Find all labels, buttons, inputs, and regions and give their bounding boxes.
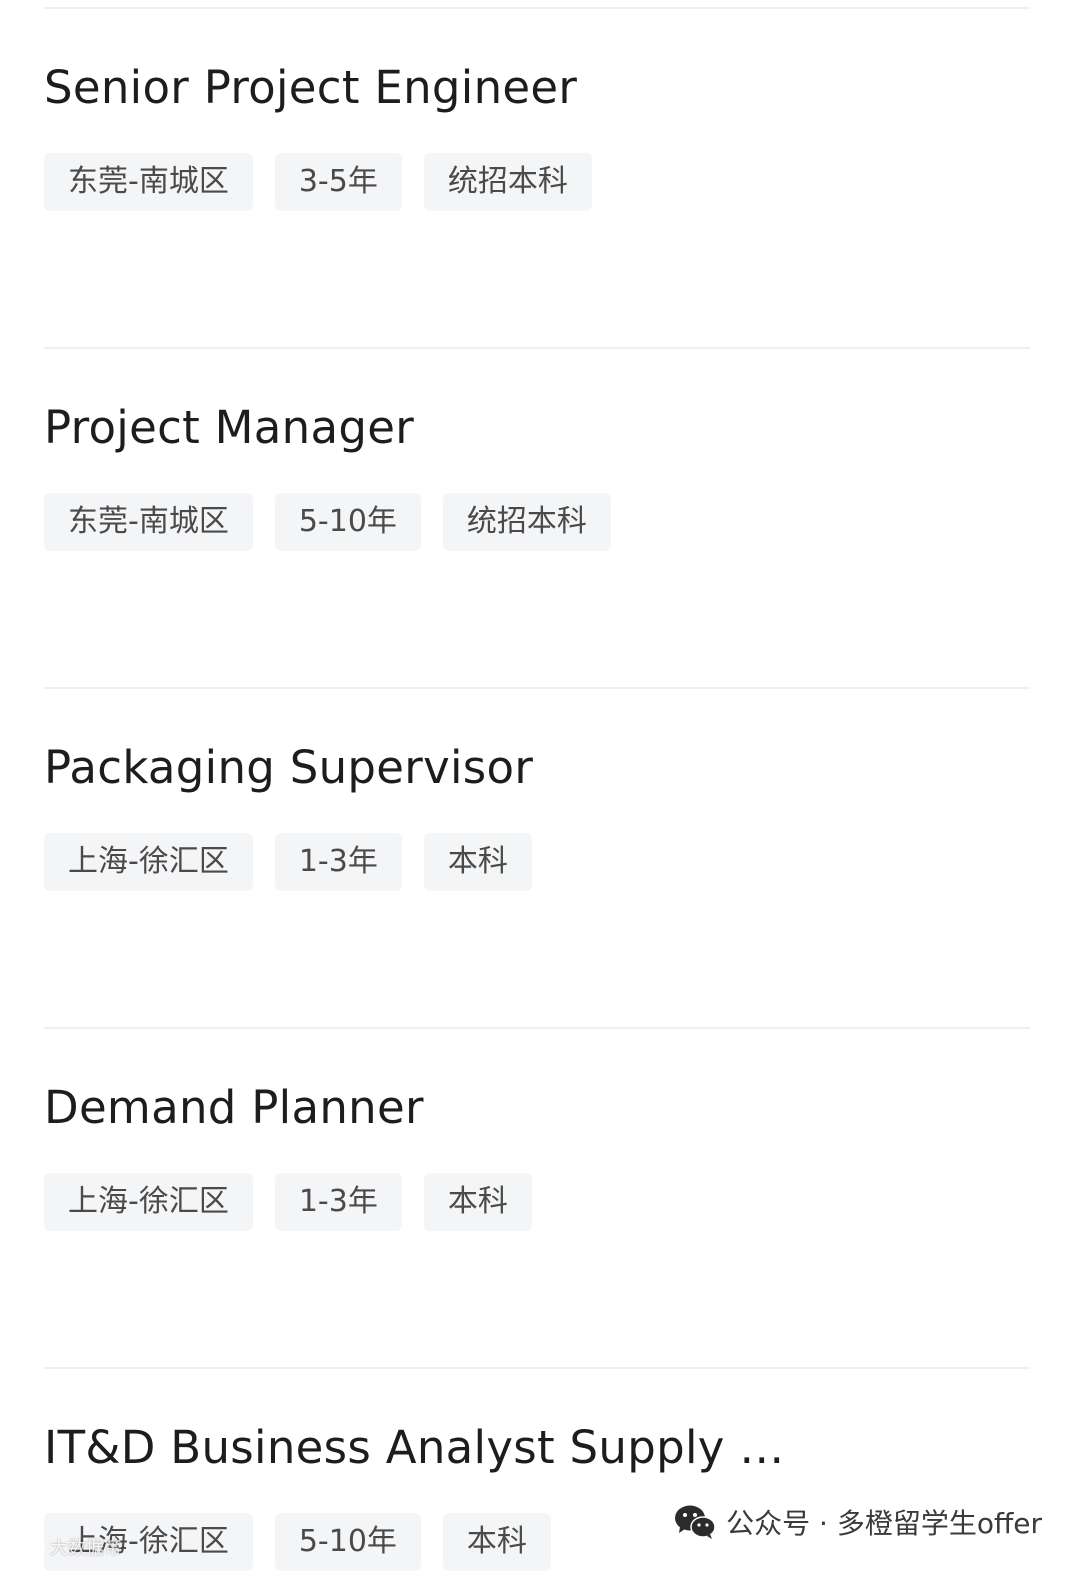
job-tags: 上海-徐汇区 1-3年 本科 <box>44 833 532 891</box>
divider <box>44 7 1030 9</box>
experience-tag: 3-5年 <box>274 153 402 211</box>
location-tag: 东莞-南城区 <box>44 153 253 211</box>
job-list-page: Senior Project Engineer 东莞-南城区 3-5年 统招本科… <box>0 0 1080 1577</box>
job-tags: 东莞-南城区 5-10年 统招本科 <box>44 493 611 551</box>
job-title[interactable]: IT&D Business Analyst Supply … <box>44 1418 1034 1478</box>
job-card[interactable]: Senior Project Engineer 东莞-南城区 3-5年 统招本科 <box>44 58 1034 211</box>
experience-tag: 1-3年 <box>274 833 402 891</box>
job-title[interactable]: Demand Planner <box>44 1078 1034 1138</box>
location-tag: 上海-徐汇区 <box>44 833 253 891</box>
education-tag: 统招本科 <box>423 153 592 211</box>
experience-tag: 5-10年 <box>274 1513 421 1571</box>
watermark-text: 公众号 · 多橙留学生offer <box>726 1507 1042 1540</box>
job-title[interactable]: Senior Project Engineer <box>44 58 1034 118</box>
corner-watermark: 大数据帝 <box>6 1534 122 1560</box>
job-title[interactable]: Project Manager <box>44 398 1034 458</box>
corner-watermark-text: 大数据帝 <box>50 1538 122 1559</box>
wechat-watermark: 公众号 · 多橙留学生offer <box>674 1502 1042 1542</box>
experience-tag: 5-10年 <box>274 493 421 551</box>
education-tag: 本科 <box>423 833 532 891</box>
wechat-icon <box>675 1505 716 1539</box>
job-card[interactable]: Packaging Supervisor 上海-徐汇区 1-3年 本科 <box>44 738 1034 891</box>
divider <box>44 687 1030 689</box>
experience-tag: 1-3年 <box>274 1173 402 1231</box>
education-tag: 本科 <box>442 1513 551 1571</box>
job-card[interactable]: Demand Planner 上海-徐汇区 1-3年 本科 <box>44 1078 1034 1231</box>
job-title[interactable]: Packaging Supervisor <box>44 738 1034 798</box>
location-tag: 东莞-南城区 <box>44 493 253 551</box>
job-tags: 上海-徐汇区 1-3年 本科 <box>44 1173 532 1231</box>
education-tag: 统招本科 <box>442 493 611 551</box>
divider <box>44 1027 1030 1029</box>
education-tag: 本科 <box>423 1173 532 1231</box>
weibo-logo-icon <box>9 1540 45 1553</box>
divider <box>44 1367 1030 1369</box>
job-card[interactable]: Project Manager 东莞-南城区 5-10年 统招本科 <box>44 398 1034 551</box>
divider <box>44 347 1030 349</box>
job-card[interactable]: IT&D Business Analyst Supply … 上海-徐汇区 5-… <box>44 1418 1034 1571</box>
job-tags: 东莞-南城区 3-5年 统招本科 <box>44 153 592 211</box>
location-tag: 上海-徐汇区 <box>44 1173 253 1231</box>
